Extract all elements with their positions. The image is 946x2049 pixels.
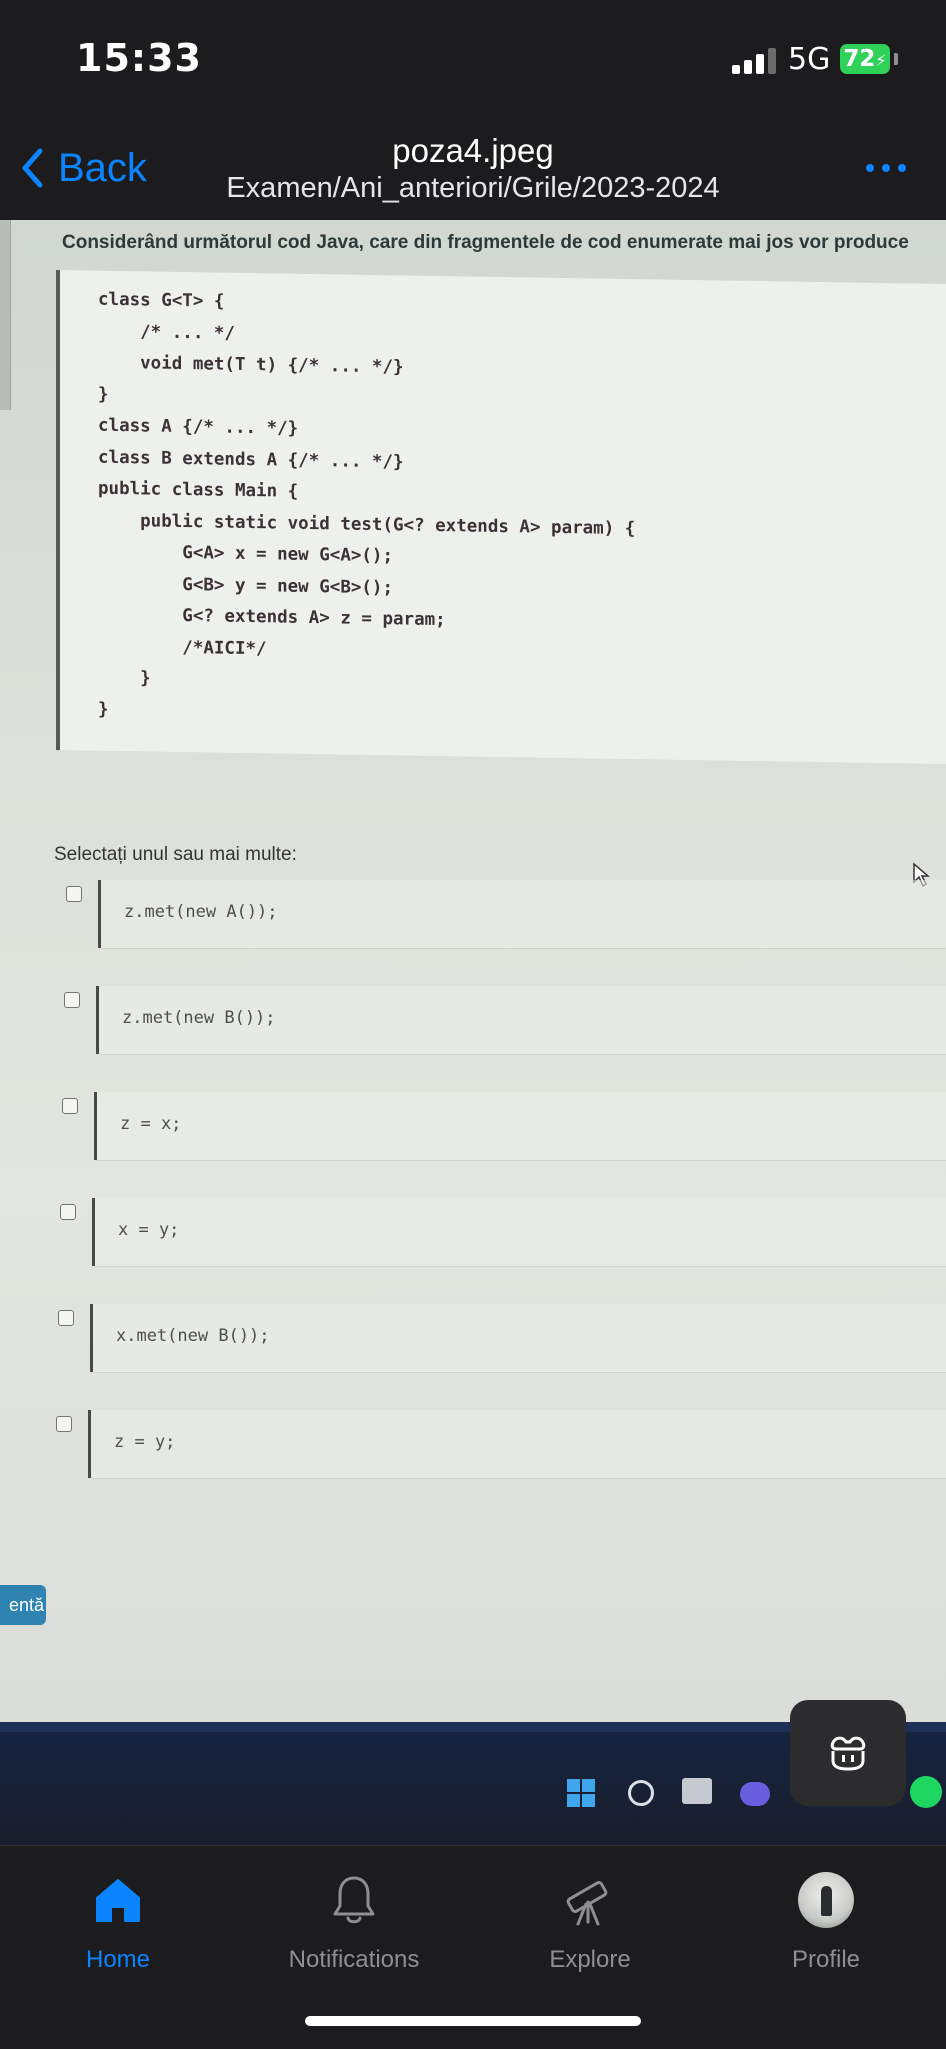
answer-option[interactable]: x.met(new B()); [58, 1304, 946, 1380]
chat-icon [740, 1782, 770, 1806]
code-block: class G<T> { /* ... */ void met(T t) {/*… [56, 270, 946, 765]
avatar [798, 1872, 854, 1928]
signal-icon [732, 48, 776, 74]
option-bar [92, 1198, 95, 1266]
copilot-button[interactable] [790, 1700, 906, 1806]
tab-label: Notifications [288, 1946, 420, 1973]
home-icon [96, 1879, 140, 1922]
option-code: z = x; [120, 1114, 182, 1134]
option-box [95, 1198, 946, 1267]
option-checkbox[interactable] [64, 992, 80, 1008]
battery-icon: 72⚡ [840, 44, 890, 74]
dot-icon [866, 164, 874, 172]
option-bar [88, 1410, 91, 1478]
home-indicator [305, 2016, 641, 2026]
tab-label: Profile [791, 1946, 861, 1973]
telescope-icon [566, 1881, 608, 1926]
tab-explore[interactable]: Explore [472, 1846, 708, 1986]
network-type: 5G [788, 42, 831, 77]
option-bar [94, 1092, 97, 1160]
status-bar: 15:33 5G 72⚡ [0, 0, 946, 120]
charging-bolt-icon: ⚡ [875, 51, 887, 70]
option-bar [90, 1304, 93, 1372]
answer-option[interactable]: z.met(new A()); [66, 880, 946, 956]
clock: 15:33 [76, 36, 202, 80]
option-bar [96, 986, 99, 1054]
option-bar [98, 880, 101, 948]
navigation-bar: Back poza4.jpeg Examen/Ani_anteriori/Gri… [0, 120, 946, 220]
dot-icon [898, 164, 906, 172]
option-checkbox[interactable] [66, 886, 82, 902]
tab-label: Explore [549, 1946, 631, 1973]
option-code: x.met(new B()); [116, 1326, 270, 1346]
tab-home[interactable]: Home [0, 1846, 236, 1986]
option-code: x = y; [118, 1220, 180, 1240]
tab-notifications[interactable]: Notifications [236, 1846, 472, 1986]
option-checkbox[interactable] [60, 1204, 76, 1220]
file-path: Examen/Ani_anteriori/Grile/2023-2024 [226, 172, 720, 204]
answer-option[interactable]: x = y; [60, 1198, 946, 1274]
file-title: poza4.jpeg [392, 132, 554, 169]
bell-icon [333, 1876, 375, 1924]
select-instruction: Selectați unul sau mai multe: [54, 844, 297, 865]
option-box [91, 1410, 946, 1479]
sidebar-edge [0, 220, 11, 410]
more-options-button[interactable] [866, 160, 910, 172]
option-checkbox[interactable] [58, 1310, 74, 1326]
windows-start-icon [567, 1779, 595, 1807]
option-code: z.met(new A()); [124, 902, 278, 922]
option-code: z.met(new B()); [122, 1008, 276, 1028]
answer-option[interactable]: z = y; [56, 1410, 946, 1486]
tab-profile[interactable]: Profile [708, 1846, 944, 1986]
search-icon [628, 1780, 654, 1806]
option-code: z = y; [114, 1432, 176, 1452]
tab-label: Home [85, 1946, 151, 1973]
dot-icon [882, 164, 890, 172]
next-page-button[interactable]: entă [0, 1585, 46, 1625]
battery-level: 72 [843, 46, 876, 72]
photo-viewer[interactable]: Considerând următorul cod Java, care din… [0, 220, 946, 1845]
spotify-icon [910, 1776, 942, 1808]
option-checkbox[interactable] [56, 1416, 72, 1432]
answer-option[interactable]: z = x; [62, 1092, 946, 1168]
answer-option[interactable]: z.met(new B()); [64, 986, 946, 1062]
file-explorer-icon [682, 1778, 712, 1804]
option-box [97, 1092, 946, 1161]
copilot-icon [830, 1736, 866, 1771]
question-text: Considerând următorul cod Java, care din… [62, 232, 909, 253]
option-checkbox[interactable] [62, 1098, 78, 1114]
code-text: class G<T> { /* ... */ void met(T t) {/*… [98, 289, 636, 720]
battery-tip [894, 53, 898, 65]
